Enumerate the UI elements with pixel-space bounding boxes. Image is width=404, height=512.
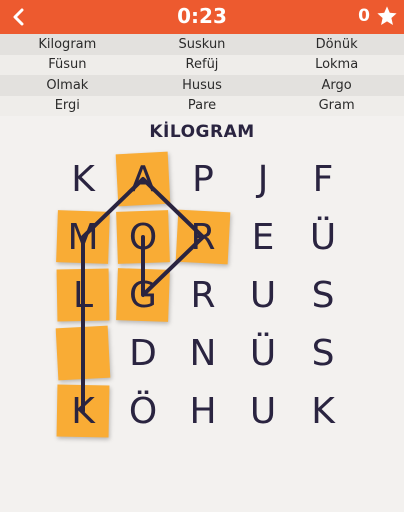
grid-cell[interactable]: U [233,381,293,441]
top-bar: 0:23 0 [0,0,404,34]
word-item: Dönük [315,36,358,52]
score-count: 0 [358,6,370,26]
word-list-row: Füsun Refüj Lokma [0,54,404,75]
timer: 0:23 [177,4,227,28]
word-item: Lokma [315,57,359,73]
grid-cell[interactable]: R [173,265,233,325]
word-item: Argo [321,77,352,93]
word-item: Refüj [185,57,219,73]
grid-cell[interactable]: M [53,207,113,267]
grid-cell[interactable]: K [293,381,353,441]
grid-cell[interactable]: İ [53,323,113,383]
grid-cell[interactable]: G [113,265,173,325]
grid-cell[interactable]: F [293,149,353,209]
word-item: Gram [318,98,355,114]
word-item: Pare [187,98,217,114]
letter-grid[interactable]: KAPJFMOREÜLGRUSİDNÜSKÖHUK [53,150,353,440]
current-word: KİLOGRAM [149,122,255,142]
grid-cell[interactable]: K [53,381,113,441]
grid-cell[interactable]: S [293,265,353,325]
word-item: Husus [182,77,222,93]
word-item: Olmak [46,77,89,93]
word-item: Kilogram [38,36,97,52]
word-list: Kilogram Suskun Dönük Füsun Refüj Lokma … [0,34,404,116]
word-list-row: Ergi Pare Gram [0,95,404,116]
grid-cell[interactable]: O [113,207,173,267]
grid-cell[interactable]: L [53,265,113,325]
grid-cell[interactable]: P [173,149,233,209]
back-button[interactable] [6,4,32,30]
chevron-left-icon [13,8,24,26]
grid-cell[interactable]: A [113,149,173,209]
grid-cell[interactable]: E [233,207,293,267]
grid-cell[interactable]: K [53,149,113,209]
grid-cell[interactable]: Ü [233,323,293,383]
grid-cell[interactable]: S [293,323,353,383]
grid-cell[interactable]: U [233,265,293,325]
grid-cell[interactable]: N [173,323,233,383]
word-item: Ergi [54,98,80,114]
word-item: Füsun [48,57,87,73]
grid-cell[interactable]: J [233,149,293,209]
word-item: Suskun [178,36,226,52]
grid-cell[interactable]: R [173,207,233,267]
grid-cell[interactable]: Ü [293,207,353,267]
grid-cell[interactable]: H [173,381,233,441]
grid-cell[interactable]: Ö [113,381,173,441]
grid-cell[interactable]: D [113,323,173,383]
word-list-row: Kilogram Suskun Dönük [0,34,404,55]
word-list-row: Olmak Husus Argo [0,75,404,96]
star-icon [377,6,397,25]
